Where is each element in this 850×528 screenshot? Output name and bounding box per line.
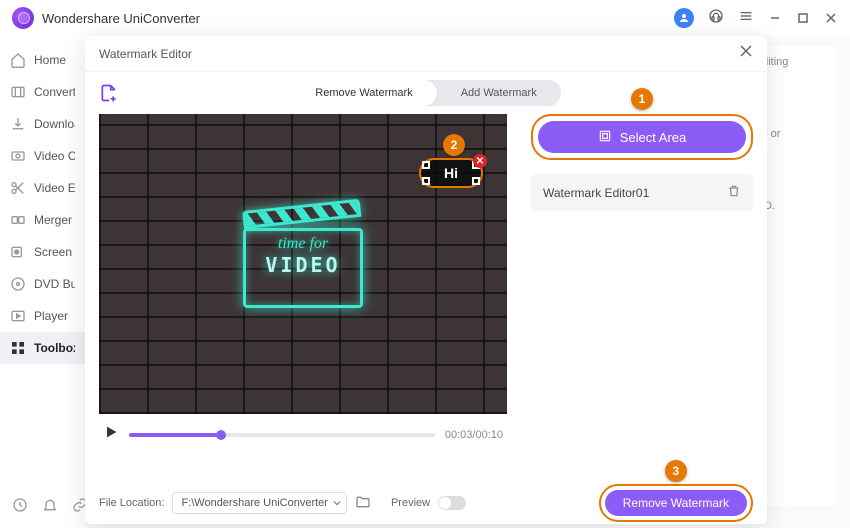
preview-toggle[interactable] xyxy=(438,496,466,510)
annotation-badge-1: 1 xyxy=(631,88,653,110)
watermark-editor-modal: Watermark Editor Remove Watermark Add Wa… xyxy=(85,36,767,524)
sidebar-item-recorder[interactable]: Screen Recorder xyxy=(0,236,85,268)
time-label: 00:03/00:10 xyxy=(445,429,503,441)
sidebar-item-home[interactable]: Home xyxy=(0,44,85,76)
tab-remove-watermark[interactable]: Remove Watermark xyxy=(291,80,436,106)
support-icon[interactable] xyxy=(708,8,724,29)
sidebar-item-label: Video Editor xyxy=(34,181,75,195)
modal-title: Watermark Editor xyxy=(99,47,192,61)
player-icon xyxy=(10,308,26,324)
sidebar-item-player[interactable]: Player xyxy=(0,300,85,332)
history-icon[interactable] xyxy=(12,497,28,518)
home-icon xyxy=(10,52,26,68)
file-location-label: File Location: xyxy=(99,497,164,509)
file-location-select[interactable]: F:\Wondershare UniConverter xyxy=(172,492,347,514)
neon-sign-graphic: time for VIDEO xyxy=(243,228,363,308)
sidebar-item-label: Player xyxy=(34,309,68,323)
remove-watermark-button[interactable]: Remove Watermark xyxy=(605,490,747,516)
modal-close-button[interactable] xyxy=(739,44,753,63)
recorder-icon xyxy=(10,244,26,260)
user-avatar-icon[interactable] xyxy=(674,8,694,28)
maximize-button[interactable] xyxy=(796,11,810,25)
sidebar-item-label: Downloader xyxy=(34,117,75,131)
app-logo-icon xyxy=(12,7,34,29)
trash-icon[interactable] xyxy=(727,184,741,201)
sidebar-item-label: Merger xyxy=(34,213,72,227)
sidebar-item-converter[interactable]: Converter xyxy=(0,76,85,108)
bell-icon[interactable] xyxy=(42,497,58,518)
sidebar-item-downloader[interactable]: Downloader xyxy=(0,108,85,140)
sidebar-item-label: Screen Recorder xyxy=(34,245,75,259)
compress-icon xyxy=(10,148,26,164)
scissors-icon xyxy=(10,180,26,196)
sidebar: Home Converter Downloader Video Compress… xyxy=(0,36,85,528)
watermark-item-label: Watermark Editor01 xyxy=(543,186,649,200)
download-icon xyxy=(10,116,26,132)
menu-icon[interactable] xyxy=(738,8,754,29)
sidebar-item-editor[interactable]: Video Editor xyxy=(0,172,85,204)
video-preview[interactable]: time for VIDEO Hi ✕ 2 xyxy=(99,114,507,414)
preview-label: Preview xyxy=(391,497,430,509)
app-title: Wondershare UniConverter xyxy=(42,11,200,26)
delete-selection-icon[interactable]: ✕ xyxy=(473,154,487,168)
sidebar-item-label: Toolbox xyxy=(34,341,75,355)
sidebar-item-dvd[interactable]: DVD Burner xyxy=(0,268,85,300)
open-folder-icon[interactable] xyxy=(355,494,371,513)
annotation-badge-2: 2 xyxy=(443,134,465,156)
watermark-text: Hi xyxy=(444,165,458,181)
converter-icon xyxy=(10,84,26,100)
sidebar-item-label: Video Compressor xyxy=(34,149,75,163)
sidebar-item-label: DVD Burner xyxy=(34,277,75,291)
chevron-down-icon xyxy=(333,498,341,510)
select-area-button[interactable]: Select Area xyxy=(538,121,746,153)
play-button[interactable] xyxy=(103,424,119,445)
sidebar-item-toolbox[interactable]: Toolbox xyxy=(0,332,85,364)
close-button[interactable] xyxy=(824,11,838,25)
toolbox-icon xyxy=(10,340,26,356)
add-file-icon[interactable] xyxy=(99,83,119,103)
tabs: Remove Watermark Add Watermark xyxy=(291,80,560,106)
merger-icon xyxy=(10,212,26,228)
sidebar-item-label: Home xyxy=(34,53,66,67)
annotation-badge-3: 3 xyxy=(665,460,687,482)
minimize-button[interactable] xyxy=(768,11,782,25)
disc-icon xyxy=(10,276,26,292)
sidebar-item-compressor[interactable]: Video Compressor xyxy=(0,140,85,172)
select-area-icon xyxy=(598,129,612,146)
sidebar-item-merger[interactable]: Merger xyxy=(0,204,85,236)
sidebar-item-label: Converter xyxy=(34,85,75,99)
progress-slider[interactable] xyxy=(129,433,435,437)
watermark-selection-box[interactable]: Hi ✕ xyxy=(419,158,483,188)
watermark-list-item[interactable]: Watermark Editor01 xyxy=(531,174,753,211)
tab-add-watermark[interactable]: Add Watermark xyxy=(437,80,561,106)
